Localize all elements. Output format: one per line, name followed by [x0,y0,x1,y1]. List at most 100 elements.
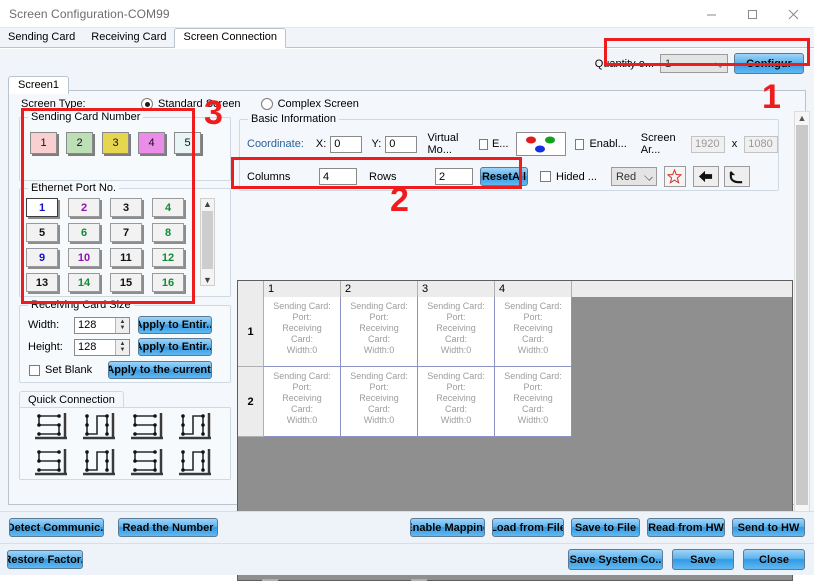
sending-card-button-5[interactable]: 5 [174,132,201,154]
spin-down-icon[interactable]: ▼ [120,347,126,353]
ethernet-port-button-15[interactable]: 15 [110,273,142,292]
spin-down-icon[interactable]: ▼ [120,325,126,331]
quick-connection-pattern-8[interactable] [172,445,216,479]
quick-connection-pattern-2[interactable] [76,409,120,443]
grid-cell-r1-c1[interactable]: Sending Card: Port: Receiving Card: Width:0 [264,297,341,367]
reset-all-button[interactable]: ResetAll [480,167,528,186]
virtual-mode-checkbox[interactable] [478,138,488,150]
quantity-select[interactable]: 1 [660,54,728,73]
quick-connection-tab[interactable]: Quick Connection [19,391,124,408]
width-input[interactable] [75,317,115,333]
tab-receiving-card[interactable]: Receiving Card [83,29,175,47]
save-button[interactable]: Save [672,549,734,570]
close-icon[interactable] [773,0,814,28]
sending-card-button-4[interactable]: 4 [138,132,165,154]
ethernet-port-button-10[interactable]: 10 [68,248,100,267]
tab-screen-connection[interactable]: Screen Connection [174,28,287,48]
ethernet-port-scrollbar[interactable]: ▲ ▼ [200,198,215,286]
maximize-icon[interactable] [732,0,773,28]
y-input[interactable]: 0 [385,135,418,153]
quick-connection-pattern-1[interactable] [28,409,72,443]
screen-height-input[interactable]: 1080 [744,135,779,153]
quick-connection-pattern-4[interactable] [172,409,216,443]
scroll-up-icon[interactable]: ▲ [795,112,809,124]
scroll-up-icon[interactable]: ▲ [203,199,212,209]
columns-input[interactable]: 4 [319,168,357,185]
quick-connection-pattern-5[interactable] [28,445,72,479]
radio-standard-screen[interactable] [141,98,153,110]
tab-sending-card[interactable]: Sending Card [0,29,84,47]
ethernet-port-button-6[interactable]: 6 [68,223,100,242]
rows-input[interactable]: 2 [435,168,473,185]
sending-card-button-3[interactable]: 3 [102,132,129,154]
quick-connection-pattern-7[interactable] [124,445,168,479]
ethernet-port-button-11[interactable]: 11 [110,248,142,267]
quick-connection-pattern-6[interactable] [76,445,120,479]
ethernet-port-button-5[interactable]: 5 [26,223,58,242]
ethernet-port-button-12[interactable]: 12 [152,248,184,267]
save-system-config-button[interactable]: Save System Co.. [568,549,663,570]
scroll-thumb[interactable] [796,125,808,505]
rgb-dots-icon[interactable] [516,132,567,156]
width-stepper[interactable]: ▲▼ [74,316,130,334]
enable-mapping-button[interactable]: Enable Mapping [410,518,485,537]
height-spin-arrows[interactable]: ▲ ▼ [115,339,129,355]
grid-col-header-2[interactable]: 2 [341,281,418,297]
ethernet-port-button-1[interactable]: 1 [26,198,58,217]
ethernet-port-button-16[interactable]: 16 [152,273,184,292]
x-input[interactable]: 0 [330,135,363,153]
radio-complex-screen[interactable] [260,98,273,110]
arrow-left-icon[interactable] [692,166,719,187]
scroll-down-icon[interactable]: ▼ [203,275,212,285]
read-from-hw-button[interactable]: Read from HW [647,518,725,537]
undo-icon[interactable] [723,166,750,187]
quick-connection-pattern-3[interactable] [124,409,168,443]
height-stepper[interactable]: ▲▼ [74,338,130,356]
panel-scrollbar[interactable]: ▲ ▼ [794,111,810,535]
restore-factory-button[interactable]: Restore Factor.. [7,550,83,569]
ethernet-port-button-13[interactable]: 13 [26,273,58,292]
grid-cell-r2-c3[interactable]: Sending Card: Port: Receiving Card: Width:0 [418,367,495,437]
grid-col-header-1[interactable]: 1 [264,281,341,297]
load-from-file-button[interactable]: Load from File [492,518,564,537]
grid-cell-r2-c2[interactable]: Sending Card: Port: Receiving Card: Width:0 [341,367,418,437]
star-icon[interactable] [663,166,686,187]
apply-to-current-button[interactable]: Apply to the current. [108,361,213,379]
grid-cell-r1-c3[interactable]: Sending Card: Port: Receiving Card: Width:0 [418,297,495,367]
grid-cell-r1-c2[interactable]: Sending Card: Port: Receiving Card: Width:0 [341,297,418,367]
sending-card-button-1[interactable]: 1 [30,132,57,154]
send-to-hw-button[interactable]: Send to HW [732,518,805,537]
configure-button[interactable]: Configur [734,53,804,74]
ethernet-port-button-9[interactable]: 9 [26,248,58,267]
grid-cell-r2-c1[interactable]: Sending Card: Port: Receiving Card: Width:0 [264,367,341,437]
set-blank-checkbox[interactable] [29,364,40,376]
apply-width-to-entire-button[interactable]: Apply to Entir... [138,316,212,334]
ethernet-port-button-2[interactable]: 2 [68,198,100,217]
apply-height-to-entire-button[interactable]: Apply to Entir... [138,338,212,356]
close-button[interactable]: Close [743,549,805,570]
height-input[interactable] [75,339,115,355]
minimize-icon[interactable] [691,0,732,28]
read-the-number-button[interactable]: Read the Number [118,518,218,537]
grid-cell-r1-c4[interactable]: Sending Card: Port: Receiving Card: Width:0 [495,297,572,367]
grid-col-header-4[interactable]: 4 [495,281,572,297]
scroll-thumb[interactable] [202,211,213,269]
ethernet-port-button-3[interactable]: 3 [110,198,142,217]
enable-checkbox[interactable] [575,138,585,150]
ethernet-port-button-14[interactable]: 14 [68,273,100,292]
ethernet-port-button-4[interactable]: 4 [152,198,184,217]
grid-row-header-1[interactable]: 1 [238,297,264,367]
save-to-file-button[interactable]: Save to File [571,518,640,537]
tab-screen1[interactable]: Screen1 [8,76,69,94]
detect-communication-button[interactable]: Detect Communic.. [9,518,104,537]
sending-card-button-2[interactable]: 2 [66,132,93,154]
hided-checkbox[interactable] [540,171,551,182]
grid-row-header-2[interactable]: 2 [238,367,264,437]
screen-width-input[interactable]: 1920 [690,135,725,153]
color-select[interactable]: Red [610,167,657,186]
grid-col-header-3[interactable]: 3 [418,281,495,297]
ethernet-port-button-7[interactable]: 7 [110,223,142,242]
width-spin-arrows[interactable]: ▲ ▼ [115,317,129,333]
grid-cell-r2-c4[interactable]: Sending Card: Port: Receiving Card: Width:0 [495,367,572,437]
ethernet-port-button-8[interactable]: 8 [152,223,184,242]
